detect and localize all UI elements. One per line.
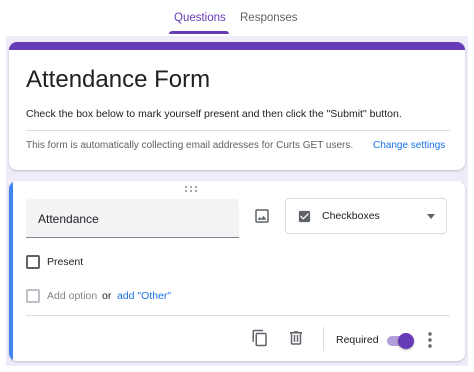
- question-type-select[interactable]: Checkboxes: [285, 198, 447, 234]
- tab-questions[interactable]: Questions: [174, 12, 226, 24]
- form-description[interactable]: Check the box below to mark yourself pre…: [26, 108, 402, 120]
- question-type-label: Checkboxes: [322, 210, 380, 222]
- toggle-thumb: [398, 333, 414, 349]
- duplicate-icon[interactable]: [251, 329, 269, 347]
- change-settings-link[interactable]: Change settings: [373, 140, 445, 151]
- or-text: or: [102, 290, 112, 302]
- frame-right: [468, 36, 474, 372]
- required-toggle[interactable]: [385, 333, 414, 349]
- add-option-checkbox: [26, 289, 40, 303]
- checkbox-checked-icon: [297, 209, 312, 224]
- option-label-present[interactable]: Present: [47, 256, 83, 268]
- question-title-input[interactable]: Attendance: [26, 199, 239, 238]
- frame-left: [0, 36, 6, 372]
- drag-handle-icon[interactable]: [184, 185, 198, 193]
- tab-responses[interactable]: Responses: [240, 12, 298, 24]
- add-other-link[interactable]: add "Other": [117, 290, 171, 302]
- required-label: Required: [336, 334, 379, 346]
- form-title[interactable]: Attendance Form: [26, 66, 210, 94]
- top-tab-bar: Questions Responses: [0, 0, 474, 36]
- form-header-card[interactable]: Attendance Form Check the box below to m…: [9, 42, 465, 170]
- add-option-input[interactable]: Add option: [47, 290, 97, 302]
- trash-icon[interactable]: [287, 329, 305, 347]
- email-collection-note: This form is automatically collecting em…: [26, 140, 354, 151]
- caret-down-icon: [427, 214, 435, 219]
- header-accent-bar: [9, 42, 465, 50]
- frame-bottom: [0, 366, 474, 372]
- more-vertical-icon[interactable]: [424, 331, 436, 349]
- active-question-indicator: [9, 181, 13, 361]
- footer-vertical-divider: [323, 327, 324, 351]
- question-card[interactable]: Attendance Checkboxes Present Add option…: [9, 181, 465, 361]
- header-divider: [26, 130, 450, 131]
- option-checkbox-present[interactable]: [26, 255, 40, 269]
- active-tab-indicator: [169, 31, 229, 34]
- footer-divider: [26, 315, 450, 316]
- image-icon[interactable]: [253, 207, 271, 225]
